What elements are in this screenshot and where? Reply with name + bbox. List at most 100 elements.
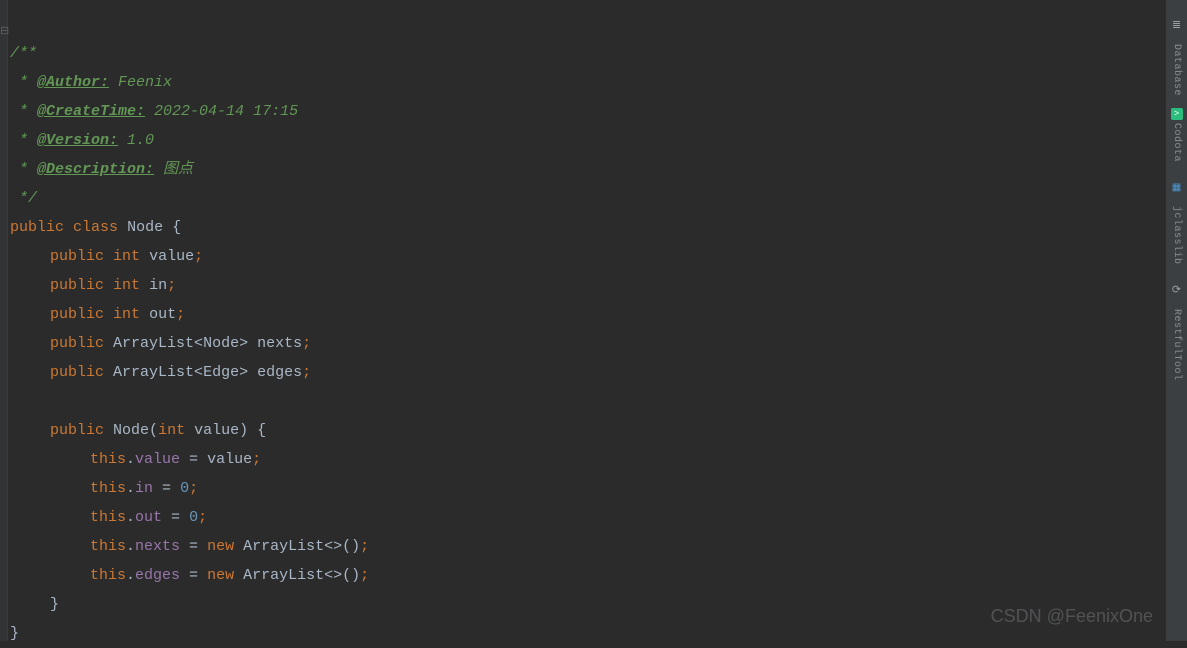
dot: . [126, 538, 135, 555]
tool-label: Codota [1162, 123, 1187, 162]
kw-public: public [50, 306, 104, 323]
kw-this: this [90, 538, 126, 555]
op-eq: = [180, 567, 207, 584]
tool-restful[interactable]: ⟳ RestfulTool [1162, 273, 1187, 385]
ref-out: out [135, 509, 162, 526]
kw-public: public [50, 277, 104, 294]
kw-public: public [10, 219, 64, 236]
gt: > [239, 364, 248, 381]
doc-desc-val: 图点 [154, 161, 193, 178]
field-value: value [149, 248, 194, 265]
dot: . [126, 509, 135, 526]
editor-gutter: ⊟ [0, 0, 8, 641]
kw-new: new [207, 538, 234, 555]
right-tool-dock: ≣ Database > Codota ▦ jclasslib ⟳ Restfu… [1165, 0, 1187, 641]
ref-value-param: value [207, 451, 252, 468]
doc-open: /** [10, 45, 37, 62]
param-value: value [194, 422, 239, 439]
diamond: <>() [324, 538, 360, 555]
kw-new: new [207, 567, 234, 584]
database-icon: ≣ [1172, 12, 1181, 41]
semi: ; [360, 567, 369, 584]
type-edge: Edge [203, 364, 239, 381]
semi: ; [189, 480, 198, 497]
tool-database[interactable]: ≣ Database [1162, 8, 1187, 100]
doc-star: * [10, 74, 37, 91]
doc-tag-createtime: @CreateTime: [37, 103, 145, 120]
op-eq: = [153, 480, 180, 497]
kw-class: class [73, 219, 118, 236]
ref-edges: edges [135, 567, 180, 584]
kw-this: this [90, 509, 126, 526]
ctor-name: Node [113, 422, 149, 439]
dot: . [126, 480, 135, 497]
kw-int: int [113, 306, 140, 323]
type-arraylist: ArrayList [243, 538, 324, 555]
semi: ; [252, 451, 261, 468]
kw-public: public [50, 364, 104, 381]
fold-mark-icon[interactable]: ⊟ [0, 18, 9, 47]
kw-int: int [113, 277, 140, 294]
type-arraylist: ArrayList [113, 335, 194, 352]
lparen: ( [149, 422, 158, 439]
tool-label: RestfulTool [1162, 309, 1187, 381]
type-node: Node [203, 335, 239, 352]
brace-open: { [257, 422, 266, 439]
lt: < [194, 364, 203, 381]
op-eq: = [162, 509, 189, 526]
kw-this: this [90, 480, 126, 497]
kw-public: public [50, 248, 104, 265]
field-nexts: nexts [257, 335, 302, 352]
brace-close: } [10, 625, 19, 642]
semi: ; [360, 538, 369, 555]
doc-star: * [10, 103, 37, 120]
dot: . [126, 567, 135, 584]
brace-close: } [50, 596, 59, 613]
code-editor-area[interactable]: /** * @Author: Feenix * @CreateTime: 202… [10, 10, 1159, 648]
num-zero: 0 [189, 509, 198, 526]
op-eq: = [180, 538, 207, 555]
field-edges: edges [257, 364, 302, 381]
semi: ; [198, 509, 207, 526]
kw-public: public [50, 335, 104, 352]
semi: ; [167, 277, 176, 294]
ref-value: value [135, 451, 180, 468]
semi: ; [176, 306, 185, 323]
doc-author-val: Feenix [109, 74, 172, 91]
doc-create-val: 2022-04-14 17:15 [145, 103, 298, 120]
type-arraylist: ArrayList [243, 567, 324, 584]
doc-tag-version: @Version: [37, 132, 118, 149]
tool-label: jclasslib [1162, 206, 1187, 265]
kw-this: this [90, 451, 126, 468]
field-in: in [149, 277, 167, 294]
semi: ; [302, 364, 311, 381]
doc-star: * [10, 161, 37, 178]
kw-int: int [113, 248, 140, 265]
doc-star: * [10, 132, 37, 149]
diamond: <>() [324, 567, 360, 584]
kw-this: this [90, 567, 126, 584]
tool-codota[interactable]: > Codota [1162, 104, 1187, 166]
doc-tag-author: @Author: [37, 74, 109, 91]
type-arraylist: ArrayList [113, 364, 194, 381]
num-zero: 0 [180, 480, 189, 497]
dot: . [126, 451, 135, 468]
doc-version-val: 1.0 [118, 132, 154, 149]
semi: ; [302, 335, 311, 352]
jclasslib-icon: ▦ [1172, 174, 1181, 203]
doc-tag-description: @Description: [37, 161, 154, 178]
doc-close: */ [10, 190, 37, 207]
tool-jclasslib[interactable]: ▦ jclasslib [1162, 170, 1187, 269]
ref-in: in [135, 480, 153, 497]
class-name-node: Node [127, 219, 163, 236]
brace-open: { [172, 219, 181, 236]
restful-icon: ⟳ [1172, 277, 1181, 306]
ref-nexts: nexts [135, 538, 180, 555]
semi: ; [194, 248, 203, 265]
field-out: out [149, 306, 176, 323]
tool-label: Database [1162, 44, 1187, 96]
codota-icon: > [1171, 108, 1183, 120]
kw-public: public [50, 422, 104, 439]
op-eq: = [180, 451, 207, 468]
rparen: ) [239, 422, 248, 439]
